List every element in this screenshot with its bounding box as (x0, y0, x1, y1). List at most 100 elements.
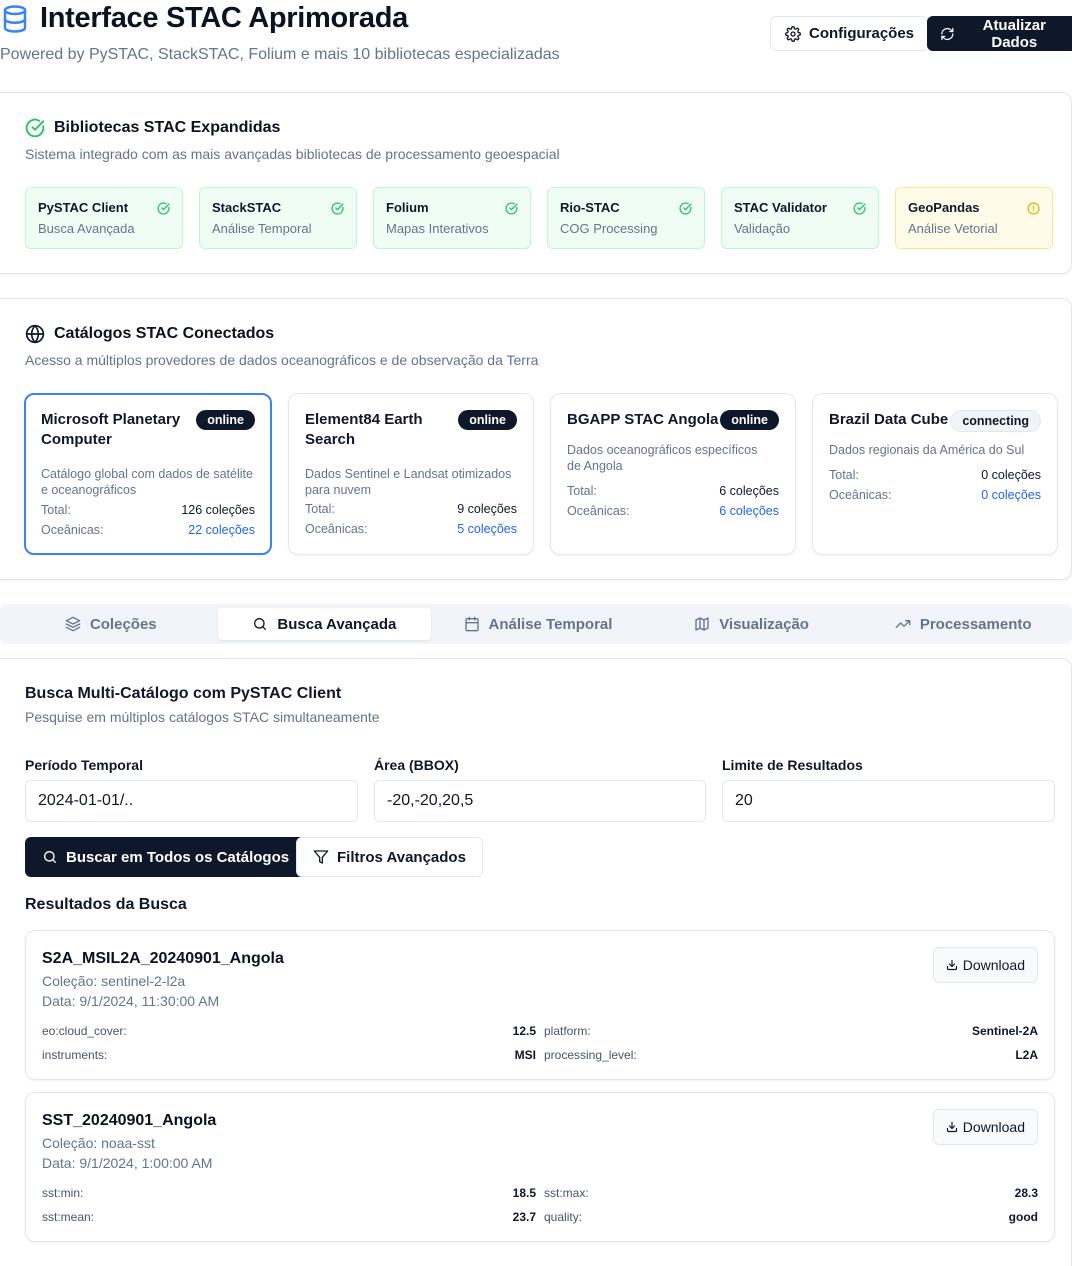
search-button-label: Buscar em Todos os Catálogos (66, 848, 290, 866)
tab-analise-temporal[interactable]: Análise Temporal (431, 608, 645, 640)
libraries-list: PySTAC Client Busca Avançada StackSTAC A… (25, 187, 1053, 249)
catalog-description: Dados Sentinel e Landsat otimizados para… (305, 467, 512, 497)
period-label: Período Temporal (25, 757, 143, 773)
libraries-title: Bibliotecas STAC Expandidas (25, 118, 280, 138)
total-value: 6 coleções (719, 484, 779, 498)
catalog-total-row: Total: 126 coleções (41, 503, 255, 517)
total-label: Total: (305, 502, 335, 516)
download-button[interactable]: Download (932, 947, 1038, 983)
library-subtitle: COG Processing (560, 221, 658, 236)
catalog-card-brazil-data-cube[interactable]: Brazil Data Cube connecting Dados region… (812, 393, 1058, 555)
result-property: sst:min: 18.5 (42, 1186, 536, 1200)
ocean-label: Oceânicas: (829, 488, 892, 502)
property-value: L2A (1015, 1048, 1038, 1062)
result-property: quality: good (544, 1210, 1038, 1224)
catalog-description: Catálogo global com dados de satélite e … (41, 467, 253, 497)
catalog-description: Dados regionais da América do Sul (829, 443, 1025, 457)
trending-up-icon (895, 620, 911, 628)
search-title: Busca Multi-Catálogo com PySTAC Client (25, 685, 342, 702)
tab-bar: Coleções Busca Avançada Análise Temporal… (0, 604, 1072, 644)
result-property: sst:max: 28.3 (544, 1186, 1038, 1200)
tab-label: Busca Avançada (277, 615, 397, 633)
catalogs-title-text: Catálogos STAC Conectados (54, 325, 275, 342)
tab-label: Visualização (719, 615, 809, 633)
libraries-description: Sistema integrado com as mais avançadas … (25, 146, 560, 162)
catalog-name: Element84 Earth Search (305, 411, 423, 448)
period-input[interactable] (25, 780, 358, 822)
settings-button-label: Configurações (809, 25, 915, 42)
page-title: Interface STAC Aprimorada (40, 2, 408, 34)
database-icon (3, 4, 27, 33)
gear-icon (785, 25, 801, 42)
result-collection: Coleção: noaa-sst (42, 1135, 155, 1151)
refresh-button-label: Atualizar Dados (982, 16, 1046, 51)
property-key: eo:cloud_cover: (42, 1024, 127, 1038)
result-name: S2A_MSIL2A_20240901_Angola (42, 950, 284, 967)
filter-icon (313, 850, 329, 864)
library-name: STAC Validator (734, 200, 827, 215)
property-key: sst:min: (42, 1186, 84, 1200)
catalog-card-bgapp[interactable]: BGAPP STAC Angola online Dados oceanográ… (550, 393, 796, 555)
limit-label: Limite de Resultados (722, 757, 863, 773)
tab-processamento[interactable]: Processamento (858, 608, 1068, 640)
tab-label: Análise Temporal (488, 615, 613, 633)
download-icon (946, 1121, 957, 1133)
library-name: PySTAC Client (38, 200, 129, 215)
property-key: quality: (544, 1210, 583, 1224)
search-icon (254, 618, 267, 630)
result-date: Data: 9/1/2024, 1:00:00 AM (42, 1155, 213, 1171)
library-folium: Folium Mapas Interativos (373, 187, 531, 249)
tab-visualizacao[interactable]: Visualização (645, 608, 859, 640)
catalogs-description: Acesso a múltiplos provedores de dados o… (25, 352, 539, 368)
bbox-label: Área (BBOX) (374, 757, 459, 773)
settings-button[interactable]: Configurações (770, 16, 929, 51)
ocean-label: Oceânicas: (305, 522, 368, 536)
tab-colecoes[interactable]: Coleções (4, 608, 218, 640)
catalogs-list: Microsoft Planetary Computer online Catá… (24, 393, 1058, 555)
library-subtitle: Análise Vetorial (908, 221, 998, 236)
property-key: sst:mean: (42, 1210, 95, 1224)
download-button[interactable]: Download (932, 1109, 1038, 1145)
status-badge: online (196, 410, 255, 430)
map-icon (695, 617, 709, 631)
property-value: 28.3 (1014, 1186, 1038, 1200)
catalog-ocean-row: Oceânicas: 22 coleções (41, 523, 255, 537)
ocean-label: Oceânicas: (41, 523, 104, 537)
result-name: SST_20240901_Angola (42, 1112, 217, 1129)
result-property: instruments: MSI (42, 1048, 536, 1062)
bbox-input[interactable] (374, 780, 706, 822)
status-badge: online (458, 410, 517, 430)
catalog-name: BGAPP STAC Angola (567, 411, 719, 428)
result-date: Data: 9/1/2024, 11:30:00 AM (42, 993, 220, 1009)
alert-circle-icon (1027, 202, 1040, 215)
results-title: Resultados da Busca (25, 896, 187, 913)
total-value: 9 coleções (457, 502, 517, 516)
ocean-value: 5 coleções (457, 522, 517, 536)
total-value: 126 coleções (181, 503, 255, 517)
property-value: 18.5 (512, 1186, 536, 1200)
ocean-label: Oceânicas: (567, 504, 630, 518)
tab-busca-avancada[interactable]: Busca Avançada (217, 608, 432, 640)
result-property: processing_level: L2A (544, 1048, 1038, 1062)
refresh-data-button[interactable]: Atualizar Dados (927, 16, 1072, 51)
limit-input[interactable] (722, 780, 1055, 822)
catalog-ocean-row: Oceânicas: 0 coleções (829, 488, 1041, 502)
libraries-card: Bibliotecas STAC Expandidas Sistema inte… (0, 92, 1072, 274)
catalog-card-element84[interactable]: Element84 Earth Search online Dados Sent… (288, 393, 534, 555)
search-all-catalogs-button[interactable]: Buscar em Todos os Catálogos (25, 837, 307, 877)
download-label: Download (962, 957, 1025, 973)
globe-icon (25, 324, 45, 344)
catalogs-title: Catálogos STAC Conectados (25, 324, 274, 344)
search-panel: Busca Multi-Catálogo com PySTAC Client P… (0, 658, 1072, 1266)
property-key: instruments: (42, 1048, 108, 1062)
advanced-filters-button[interactable]: Filtros Avançados (296, 837, 483, 877)
libraries-title-text: Bibliotecas STAC Expandidas (54, 119, 281, 136)
check-circle-icon (157, 202, 170, 215)
library-subtitle: Mapas Interativos (386, 221, 489, 236)
tab-label: Coleções (89, 615, 157, 633)
property-value: MSI (514, 1048, 536, 1062)
catalog-total-row: Total: 9 coleções (305, 502, 517, 516)
check-circle-icon (505, 202, 518, 215)
catalog-card-microsoft[interactable]: Microsoft Planetary Computer online Catá… (24, 393, 272, 555)
library-subtitle: Busca Avançada (38, 221, 135, 236)
